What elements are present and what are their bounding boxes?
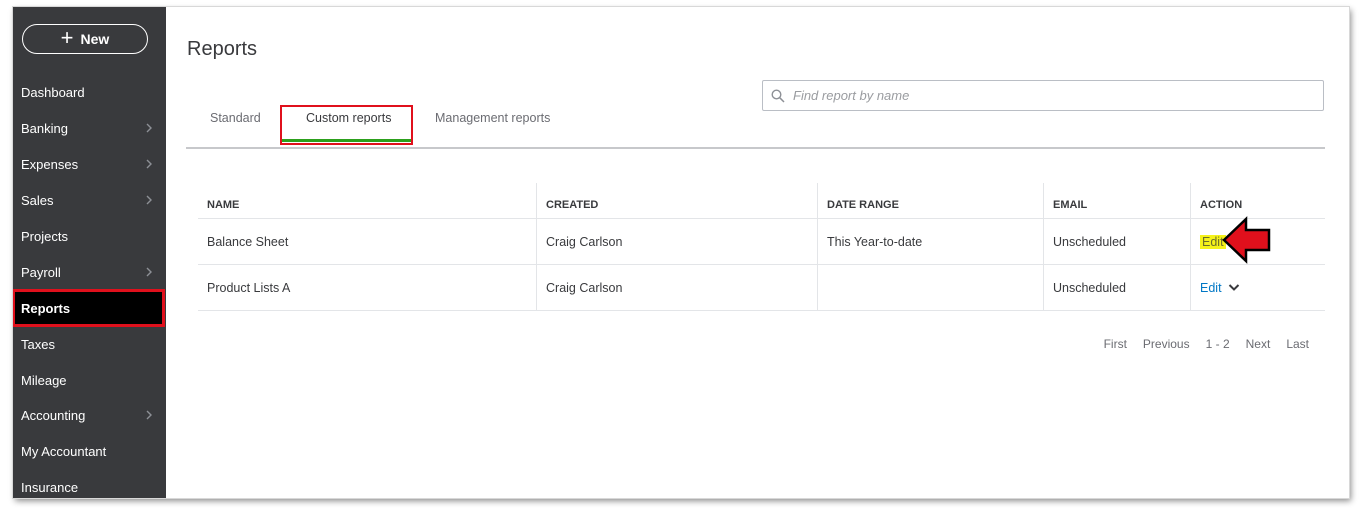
sidebar-item-label: Insurance [21, 479, 79, 495]
table-row: Product Lists A Craig Carlson Unschedule… [198, 265, 1325, 311]
sidebar-item-insurance[interactable]: Insurance [13, 469, 166, 498]
custom-reports-table: NAME CREATED DATE RANGE EMAIL ACTION Bal… [198, 183, 1325, 311]
pagination-last[interactable]: Last [1286, 337, 1309, 351]
cell-date-range [817, 265, 1043, 310]
sidebar-item-label: My Accountant [21, 443, 107, 459]
sidebar-item-payroll[interactable]: Payroll [13, 254, 166, 290]
search-input[interactable] [791, 87, 1295, 104]
table-header-row: NAME CREATED DATE RANGE EMAIL ACTION [198, 183, 1325, 219]
sidebar-item-my-accountant[interactable]: My Accountant [13, 433, 166, 469]
sidebar-item-expenses[interactable]: Expenses [13, 146, 166, 182]
report-name-link[interactable]: Balance Sheet [198, 219, 536, 264]
sidebar-item-label: Reports [21, 300, 71, 316]
sidebar-item-label: Accounting [21, 407, 86, 423]
new-button[interactable]: + New [22, 24, 148, 54]
new-button-label: New [80, 31, 110, 47]
sidebar: + New Dashboard Banking Expenses Sales P… [13, 7, 166, 498]
column-header-name[interactable]: NAME [198, 183, 536, 218]
cell-email: Unscheduled [1043, 219, 1190, 264]
sidebar-item-label: Sales [21, 192, 54, 208]
chevron-right-icon [146, 267, 152, 277]
main-content: Reports Standard Custom reports Manageme… [166, 7, 1349, 498]
tab-custom-reports[interactable]: Custom reports [306, 111, 391, 125]
sidebar-item-label: Taxes [21, 336, 55, 352]
sidebar-item-label: Dashboard [21, 84, 85, 100]
sidebar-item-dashboard[interactable]: Dashboard [13, 74, 166, 110]
cell-action: Edit [1190, 265, 1325, 310]
column-header-date-range[interactable]: DATE RANGE [817, 183, 1043, 218]
column-header-created[interactable]: CREATED [536, 183, 817, 218]
chevron-right-icon [146, 159, 152, 169]
pagination-first[interactable]: First [1104, 337, 1127, 351]
chevron-right-icon [146, 195, 152, 205]
search-box[interactable] [762, 80, 1324, 111]
sidebar-item-label: Mileage [21, 372, 67, 388]
tab-management-reports[interactable]: Management reports [435, 111, 550, 125]
sidebar-item-reports[interactable]: Reports [13, 290, 164, 326]
sidebar-item-mileage[interactable]: Mileage [13, 362, 166, 398]
column-header-email[interactable]: EMAIL [1043, 183, 1190, 218]
edit-link[interactable]: Edit [1200, 281, 1222, 295]
tab-standard[interactable]: Standard [210, 111, 261, 125]
cell-created: Craig Carlson [536, 265, 817, 310]
pagination-range: 1 - 2 [1205, 337, 1230, 351]
pagination-previous[interactable]: Previous [1143, 337, 1190, 351]
sidebar-item-sales[interactable]: Sales [13, 182, 166, 218]
cell-email: Unscheduled [1043, 265, 1190, 310]
sidebar-item-projects[interactable]: Projects [13, 218, 166, 254]
table-row: Balance Sheet Craig Carlson This Year-to… [198, 219, 1325, 265]
sidebar-item-taxes[interactable]: Taxes [13, 326, 166, 362]
pagination: First Previous 1 - 2 Next Last [1104, 337, 1309, 351]
sidebar-item-label: Banking [21, 120, 68, 136]
chevron-right-icon [146, 410, 152, 420]
sidebar-item-label: Expenses [21, 156, 79, 172]
plus-icon: + [60, 25, 74, 50]
tab-divider [186, 147, 1325, 149]
sidebar-item-banking[interactable]: Banking [13, 110, 166, 146]
pagination-next[interactable]: Next [1246, 337, 1271, 351]
red-arrow-icon [1222, 216, 1271, 264]
cell-date-range: This Year-to-date [817, 219, 1043, 264]
report-name-link[interactable]: Product Lists A [198, 265, 536, 310]
column-header-action: ACTION [1190, 183, 1325, 218]
search-icon [771, 88, 785, 103]
cell-created: Craig Carlson [536, 219, 817, 264]
chevron-right-icon [146, 123, 152, 133]
active-tab-indicator [282, 139, 411, 142]
sidebar-item-accounting[interactable]: Accounting [13, 397, 166, 433]
sidebar-item-label: Payroll [21, 264, 61, 280]
chevron-down-icon[interactable] [1228, 283, 1240, 292]
sidebar-item-label: Projects [21, 228, 68, 244]
app-window: + New Dashboard Banking Expenses Sales P… [13, 7, 1349, 498]
page-title: Reports [187, 38, 258, 60]
